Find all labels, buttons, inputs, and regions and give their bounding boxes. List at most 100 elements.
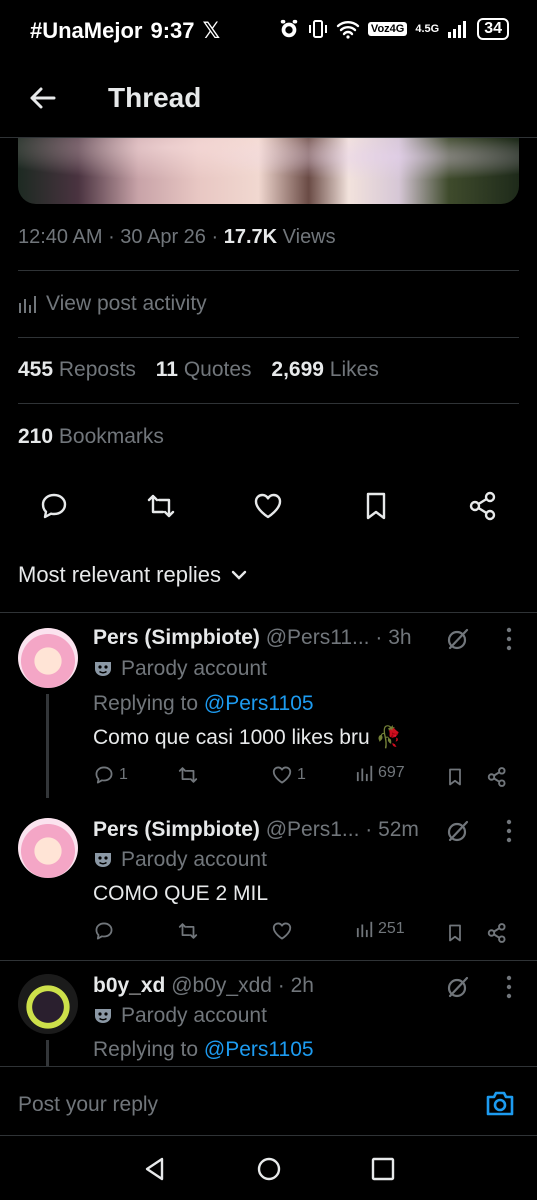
share-icon[interactable]: [467, 490, 499, 522]
reply-count: 1: [119, 766, 128, 783]
like-heart-icon[interactable]: [252, 490, 284, 522]
replying-to: Replying to @Pers1105: [93, 1038, 314, 1062]
reply-icon: [95, 766, 113, 784]
battery-indicator: 34: [477, 18, 509, 40]
repost-button[interactable]: [177, 764, 199, 786]
mention-link[interactable]: @Pers1105: [204, 692, 314, 715]
parody-label: Parody account: [93, 1004, 267, 1028]
reply-item[interactable]: Pers (Simpbiote) @Pers1... · 52m Parody …: [0, 798, 537, 958]
nav-recents-icon[interactable]: [370, 1156, 396, 1182]
reply-item[interactable]: b0y_xd @b0y_xdd · 2h Parody account Repl…: [0, 960, 537, 1066]
author-handle[interactable]: @Pers1...: [266, 818, 360, 841]
views-button[interactable]: 251: [356, 920, 405, 938]
bookmark-icon[interactable]: [445, 766, 465, 788]
post-stats: 455 Reposts 11 Quotes 2,699 Likes: [18, 358, 379, 382]
author-handle[interactable]: @b0y_xdd: [171, 974, 272, 997]
repost-button[interactable]: [177, 920, 199, 942]
heart-icon: [272, 922, 292, 940]
grok-icon[interactable]: [445, 818, 471, 844]
replies-sort-dropdown[interactable]: Most relevant replies: [18, 562, 247, 588]
bookmarks-label: Bookmarks: [58, 425, 164, 448]
author-name[interactable]: b0y_xd: [93, 974, 165, 997]
reply-text: Como que casi 1000 likes bru 🥀: [93, 726, 402, 749]
views-count: 17.7K: [223, 226, 278, 248]
bookmark-icon[interactable]: [360, 490, 392, 522]
reply-author-row: Pers (Simpbiote) @Pers11... · 3h: [93, 626, 412, 650]
more-options-icon[interactable]: [505, 974, 513, 1000]
parody-text: Parody account: [121, 848, 267, 871]
replying-to: Replying to @Pers1105: [93, 692, 314, 716]
views-button[interactable]: 697: [356, 764, 405, 782]
more-options-icon[interactable]: [505, 818, 513, 844]
divider: [18, 403, 519, 404]
divider: [18, 337, 519, 338]
avatar[interactable]: [18, 628, 78, 688]
reply-icon: [95, 922, 113, 940]
replying-prefix: Replying to: [93, 1038, 199, 1061]
reply-input-placeholder[interactable]: Post your reply: [18, 1093, 158, 1117]
reposts-stat[interactable]: 455 Reposts: [18, 358, 136, 381]
reply-composer[interactable]: Post your reply: [0, 1066, 537, 1136]
page-title: Thread: [108, 82, 202, 113]
nav-back-icon[interactable]: [142, 1156, 168, 1182]
chevron-down-icon: [231, 570, 247, 580]
mask-icon: [95, 853, 111, 867]
avatar[interactable]: [18, 974, 78, 1034]
reply-time: · 52m: [365, 818, 419, 841]
author-name[interactable]: Pers (Simpbiote): [93, 626, 260, 649]
x-logo-icon: 𝕏: [202, 18, 221, 43]
repost-icon[interactable]: [145, 490, 177, 522]
divider: [18, 270, 519, 271]
reply-item[interactable]: Pers (Simpbiote) @Pers11... · 3h Parody …: [0, 612, 537, 798]
reply-action-bar: 1 1 697: [0, 764, 537, 792]
quotes-count: 11: [155, 358, 178, 381]
wifi-icon: [336, 21, 360, 39]
status-bar: #UnaMejor 9:37 𝕏 Voz4G 4.5G 34: [0, 0, 537, 62]
reply-text: COMO QUE 2 MIL: [93, 882, 269, 905]
reply-author-row: b0y_xd @b0y_xdd · 2h: [93, 974, 314, 998]
like-button[interactable]: 1: [271, 764, 306, 786]
analytics-icon: [356, 921, 373, 938]
share-icon[interactable]: [486, 922, 508, 944]
author-name[interactable]: Pers (Simpbiote): [93, 818, 260, 841]
replying-prefix: Replying to: [93, 692, 199, 715]
likes-count: 2,699: [271, 358, 324, 381]
reply-author-row: Pers (Simpbiote) @Pers1... · 52m: [93, 818, 419, 842]
status-left: #UnaMejor 9:37 𝕏: [30, 18, 220, 44]
heart-icon: [272, 766, 292, 784]
reply-action-bar: 251: [0, 920, 537, 948]
mask-icon: [95, 1009, 111, 1023]
avatar[interactable]: [18, 818, 78, 878]
bookmarks-count: 210: [18, 425, 54, 448]
parody-text: Parody account: [121, 1004, 267, 1027]
more-options-icon[interactable]: [505, 626, 513, 652]
view-count: 251: [378, 920, 405, 937]
thread-header: Thread: [0, 62, 537, 138]
post-action-bar: [0, 486, 537, 526]
mention-link[interactable]: @Pers1105: [204, 1038, 314, 1061]
quotes-stat[interactable]: 11 Quotes: [156, 358, 252, 381]
vibrate-icon: [308, 20, 327, 38]
post-time: 12:40 AM: [18, 226, 103, 248]
grok-icon[interactable]: [445, 974, 471, 1000]
back-arrow-icon[interactable]: [24, 80, 60, 116]
reply-button[interactable]: 1: [93, 764, 128, 786]
likes-stat[interactable]: 2,699 Likes: [271, 358, 378, 381]
grok-icon[interactable]: [445, 626, 471, 652]
nav-home-icon[interactable]: [256, 1156, 282, 1182]
status-right: Voz4G 4.5G 34: [278, 18, 509, 40]
reply-icon[interactable]: [38, 490, 70, 522]
parody-label: Parody account: [93, 848, 267, 872]
view-post-activity-link[interactable]: View post activity: [18, 292, 207, 316]
bookmarks-stat[interactable]: 210 Bookmarks: [18, 425, 164, 449]
sort-label: Most relevant replies: [18, 562, 221, 587]
author-handle[interactable]: @Pers11...: [266, 626, 370, 649]
parody-label: Parody account: [93, 657, 267, 681]
share-icon[interactable]: [486, 766, 508, 788]
camera-icon[interactable]: [485, 1089, 515, 1117]
likes-label: Likes: [329, 358, 379, 381]
activity-label: View post activity: [46, 292, 207, 315]
reply-button[interactable]: [93, 920, 119, 942]
bookmark-icon[interactable]: [445, 922, 465, 944]
like-button[interactable]: [271, 920, 297, 942]
